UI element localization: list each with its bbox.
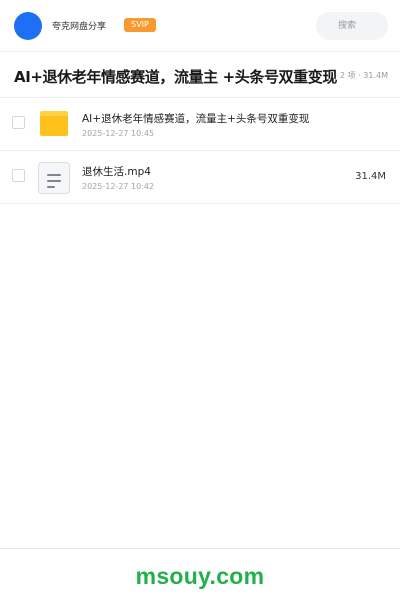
- file-size: 31.4M: [355, 171, 386, 182]
- share-meta: 2 项 · 31.4M: [340, 71, 388, 80]
- file-name[interactable]: AI+退休老年情感赛道，流量主+头条号双重变现: [82, 111, 309, 126]
- file-date: 2025-12-27 10:45: [82, 129, 155, 138]
- svip-badge: SVIP: [124, 18, 156, 32]
- share-title-row: AI+退休老年情感赛道，流量主 +头条号双重变现 2 项 · 31.4M: [0, 52, 400, 98]
- video-file-icon: [38, 162, 70, 194]
- file-name[interactable]: 退休生活.mp4: [82, 164, 151, 179]
- file-row-video[interactable]: 退休生活.mp4 2025-12-27 10:42 31.4M: [0, 151, 400, 204]
- row-checkbox[interactable]: [12, 116, 25, 129]
- search-input[interactable]: 搜索: [316, 12, 388, 40]
- app-name: 夸克网盘分享: [52, 22, 107, 32]
- top-header: 夸克网盘分享 SVIP 搜索: [0, 0, 400, 52]
- file-row-folder[interactable]: AI+退休老年情感赛道，流量主+头条号双重变现 2025-12-27 10:45: [0, 98, 400, 151]
- avatar[interactable]: [14, 12, 42, 40]
- folder-icon: [40, 111, 68, 136]
- page-title: AI+退休老年情感赛道，流量主 +头条号双重变现: [14, 68, 337, 86]
- footer-bar: msouy.com: [0, 548, 400, 600]
- share-page: 夸克网盘分享 SVIP 搜索 AI+退休老年情感赛道，流量主 +头条号双重变现 …: [0, 0, 400, 600]
- site-watermark: msouy.com: [135, 563, 265, 589]
- row-checkbox[interactable]: [12, 169, 25, 182]
- file-date: 2025-12-27 10:42: [82, 182, 155, 191]
